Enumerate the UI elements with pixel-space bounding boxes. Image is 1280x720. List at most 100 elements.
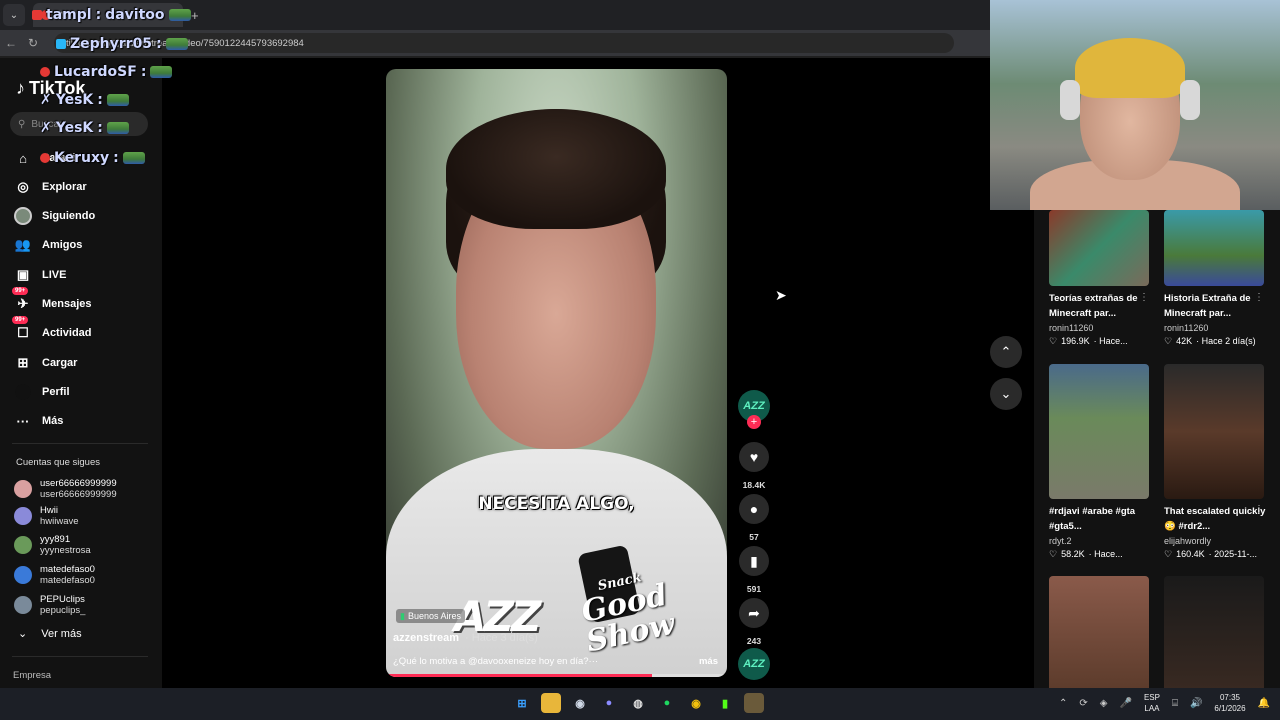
- chevron-down-icon: ⌄: [1000, 386, 1012, 401]
- company-link[interactable]: Empresa: [13, 670, 51, 681]
- previous-video-button[interactable]: ⌃: [990, 336, 1022, 368]
- chat-badge-icon: [56, 39, 66, 49]
- follow-plus-icon[interactable]: +: [747, 415, 761, 429]
- related-video-card[interactable]: ⋮ Teorías extrañas de Minecraft par... r…: [1049, 210, 1151, 347]
- chevron-up-icon[interactable]: ⌃: [1059, 698, 1067, 709]
- live-icon: ▣: [16, 267, 30, 282]
- discord-icon[interactable]: ●: [599, 693, 619, 713]
- sidebar-item-label: Cargar: [42, 357, 78, 369]
- heart-outline-icon: ♡: [1164, 549, 1173, 559]
- related-video-card[interactable]: ⋮ Historia Extraña de Minecraft par... r…: [1164, 210, 1266, 347]
- account-handle: pepuclips_: [40, 605, 86, 616]
- related-video-card[interactable]: [1164, 576, 1266, 688]
- share-count: 243: [746, 636, 762, 646]
- card-title: Teorías extrañas de Minecraft par...: [1049, 293, 1138, 319]
- related-video-card[interactable]: ⋮ That escalated quickly😳 #rdr2... elija…: [1164, 364, 1266, 560]
- reload-icon[interactable]: ↻: [22, 36, 44, 50]
- sidebar-item-actividad[interactable]: ☐ 99+ Actividad: [12, 316, 92, 344]
- obs-icon[interactable]: ◍: [628, 693, 648, 713]
- next-video-button[interactable]: ⌄: [990, 378, 1022, 410]
- kick-icon[interactable]: ▮: [715, 693, 735, 713]
- network-icon[interactable]: ⌸: [1172, 698, 1178, 709]
- save-button[interactable]: ▮ 591: [738, 546, 770, 594]
- volume-icon[interactable]: 🔊: [1190, 698, 1202, 709]
- video-description-row: ¿Qué lo motiva a @davooxeneize hoy en dí…: [393, 656, 718, 667]
- app-icon[interactable]: [744, 693, 764, 713]
- chat-message: ✗ YesK:: [40, 92, 129, 108]
- video-thumbnail: [1049, 364, 1149, 499]
- compass-icon: ◎: [17, 179, 29, 194]
- video-thumbnail: [1164, 364, 1264, 499]
- video-progress-bar[interactable]: [386, 674, 727, 677]
- spotify-icon[interactable]: ●: [657, 693, 677, 713]
- following-account[interactable]: Hwii hwiiwave: [14, 503, 79, 529]
- post-time: · Hace 3 día(s): [465, 632, 538, 644]
- sidebar-item-siguiendo[interactable]: Siguiendo: [14, 205, 95, 227]
- clock[interactable]: 07:35 6/1/2026: [1214, 692, 1245, 714]
- author-name[interactable]: azzenstream: [393, 632, 459, 644]
- divider: [12, 656, 148, 657]
- see-more-accounts-button[interactable]: ⌄ Ver más: [18, 627, 82, 641]
- sword-badge-icon: ✗: [40, 92, 52, 108]
- emote-icon: [150, 66, 173, 78]
- share-button[interactable]: ➦ 243: [738, 598, 770, 646]
- address-bar[interactable]: tiktok.com/@azzenstream/video/7590122445…: [54, 33, 954, 53]
- upload-icon: ⊞: [17, 355, 29, 370]
- like-count: 18.4K: [742, 480, 766, 490]
- windows-start-icon[interactable]: ⊞: [512, 693, 532, 713]
- security-icon[interactable]: ◈: [1100, 698, 1108, 709]
- chat-badge-icon: [40, 67, 50, 77]
- sidebar-item-label: LIVE: [42, 269, 67, 281]
- heart-outline-icon: ♡: [1049, 549, 1058, 559]
- sidebar-item-mas[interactable]: ··· Más: [14, 410, 64, 432]
- chat-user: LucardoSF: [54, 64, 137, 80]
- tiktok-note-icon: ♪: [16, 78, 25, 98]
- more-options-icon[interactable]: ⋮: [1254, 292, 1264, 303]
- music-disc-icon[interactable]: AZZ: [738, 648, 770, 680]
- more-button[interactable]: más: [699, 656, 718, 667]
- divider: [12, 443, 148, 444]
- more-options-icon[interactable]: ⋮: [1254, 504, 1264, 515]
- steam-icon[interactable]: ◉: [570, 693, 590, 713]
- language-indicator[interactable]: ESP LAA: [1144, 692, 1160, 714]
- sidebar-item-live[interactable]: ▣ LIVE: [14, 264, 67, 286]
- following-account[interactable]: PEPUclips pepuclips_: [14, 592, 85, 618]
- notification-icon[interactable]: 🔔: [1258, 698, 1270, 709]
- related-video-card[interactable]: [1049, 576, 1151, 688]
- avatar: [14, 536, 32, 554]
- following-avatar-icon: [14, 207, 32, 225]
- related-video-card[interactable]: #rdjavi #arabe #gta #gta5... rdyt.2 ♡ 58.…: [1049, 364, 1151, 560]
- messages-icon: ✈ 99+: [12, 287, 32, 313]
- file-explorer-icon[interactable]: [541, 693, 561, 713]
- card-title: Historia Extraña de Minecraft par...: [1164, 293, 1251, 319]
- more-options-icon[interactable]: ⋮: [1139, 292, 1149, 303]
- tab-search-dropdown[interactable]: ⌄: [3, 4, 25, 26]
- sync-icon[interactable]: ⟳: [1079, 698, 1087, 709]
- location-tag[interactable]: ▮ Buenos Aires: [396, 609, 465, 623]
- video-player[interactable]: NECESITA ALGO, AZZ Snack Good Show ▮ Bue…: [386, 69, 727, 677]
- new-tab-button[interactable]: +: [191, 8, 199, 23]
- mic-icon[interactable]: 🎤: [1119, 698, 1131, 709]
- following-account[interactable]: yyy891 yyynestrosa: [14, 532, 91, 558]
- arrow-left-icon[interactable]: ←: [0, 36, 22, 50]
- comment-button[interactable]: ● 57: [738, 494, 770, 542]
- sidebar-item-cargar[interactable]: ⊞ Cargar: [14, 352, 78, 374]
- sidebar-item-mensajes[interactable]: ✈ 99+ Mensajes: [12, 287, 92, 315]
- video-thumbnail: [1049, 210, 1149, 286]
- following-account[interactable]: matedefaso0 matedefaso0: [14, 562, 95, 588]
- chevron-down-icon: ⌄: [18, 628, 28, 640]
- sidebar-item-perfil[interactable]: Perfil: [14, 381, 70, 403]
- emote-icon: [106, 94, 129, 106]
- video-caption: NECESITA ALGO,: [478, 494, 635, 514]
- chat-user: YesK: [55, 120, 94, 136]
- chat-message: ✗ YesK:: [40, 120, 129, 136]
- following-account[interactable]: user66666999999 user66666999999: [14, 476, 117, 502]
- emote-icon: [165, 38, 188, 50]
- card-title: #rdjavi #arabe #gta #gta5...: [1049, 506, 1136, 532]
- video-author-row: azzenstream · Hace 3 día(s): [393, 632, 538, 644]
- sidebar-item-amigos[interactable]: 👥 Amigos: [14, 234, 82, 256]
- sidebar-item-label: Siguiendo: [42, 210, 96, 222]
- chrome-icon[interactable]: ◉: [686, 693, 706, 713]
- like-button[interactable]: ♥ 18.4K: [738, 442, 770, 490]
- sidebar-item-explorar[interactable]: ◎ Explorar: [14, 176, 86, 198]
